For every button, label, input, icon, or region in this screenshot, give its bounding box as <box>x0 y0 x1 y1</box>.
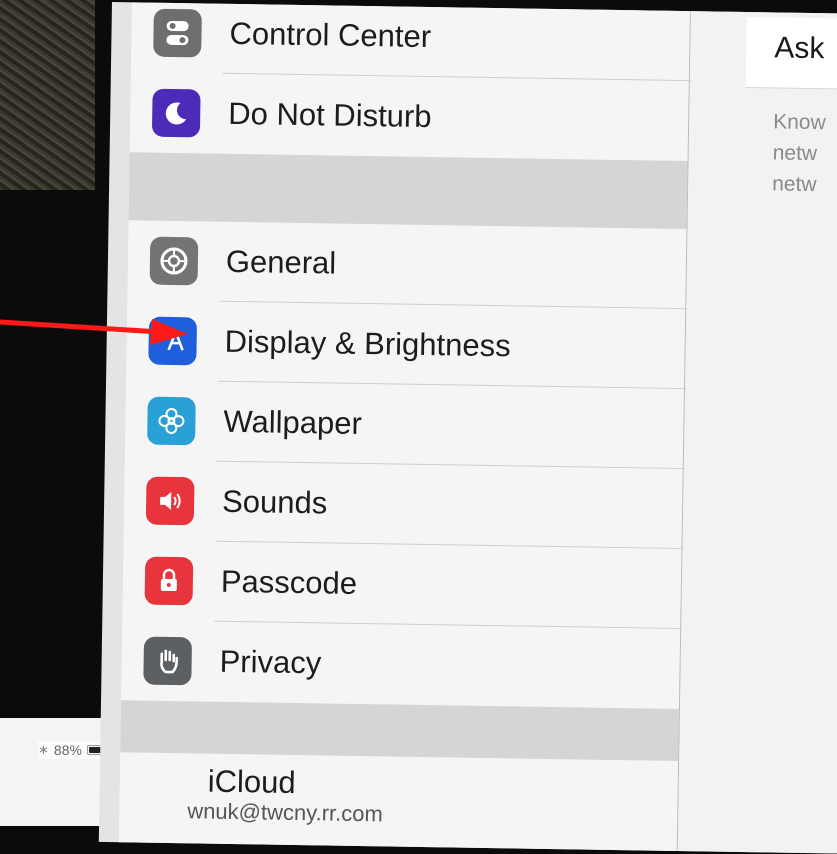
sidebar-item-label: Passcode <box>221 564 358 602</box>
sidebar-item-display-brightness[interactable]: Display & Brightness <box>126 300 687 389</box>
speaker-icon <box>146 477 195 526</box>
sidebar-item-wallpaper[interactable]: Wallpaper <box>125 380 686 469</box>
ipad-screen: Ask Know netw netw Control Center Do Not… <box>99 2 837 854</box>
bluetooth-icon: ∗ <box>38 742 49 758</box>
detail-pane: Ask Know netw netw <box>678 11 837 854</box>
red-arrow-annotation <box>0 300 200 360</box>
sidebar-item-label: Control Center <box>229 16 431 55</box>
control-center-icon <box>153 9 202 58</box>
hand-icon <box>143 637 192 686</box>
gear-icon <box>150 237 199 286</box>
background-paper <box>0 718 105 826</box>
sidebar-item-privacy[interactable]: Privacy <box>121 620 682 709</box>
lock-icon <box>145 557 194 606</box>
moon-icon <box>152 89 201 138</box>
sidebar-item-label: Privacy <box>219 644 321 682</box>
sidebar-item-do-not-disturb[interactable]: Do Not Disturb <box>130 72 691 161</box>
sidebar-item-passcode[interactable]: Passcode <box>122 540 683 629</box>
flower-icon <box>147 397 196 446</box>
detail-field-title: Ask <box>774 31 825 66</box>
group-separator <box>129 152 688 229</box>
sidebar-item-sounds[interactable]: Sounds <box>124 460 685 549</box>
sidebar-item-control-center[interactable]: Control Center <box>131 0 692 81</box>
sidebar-item-general[interactable]: General <box>127 220 688 309</box>
background-photo <box>0 0 95 190</box>
sidebar-item-label: Display & Brightness <box>224 324 511 364</box>
sidebar-item-label: iCloud <box>207 764 295 801</box>
detail-footnote: Know netw netw <box>772 106 826 200</box>
sidebar-item-label: Wallpaper <box>223 404 362 442</box>
battery-percent: 88% <box>54 742 82 758</box>
ask-to-join-cell[interactable]: Ask <box>746 17 837 90</box>
sidebar-item-label: General <box>226 244 337 282</box>
sidebar-item-label: Sounds <box>222 484 328 522</box>
icloud-account-email: wnuk@twcny.rr.com <box>187 798 383 827</box>
sidebar-item-label: Do Not Disturb <box>228 96 432 135</box>
